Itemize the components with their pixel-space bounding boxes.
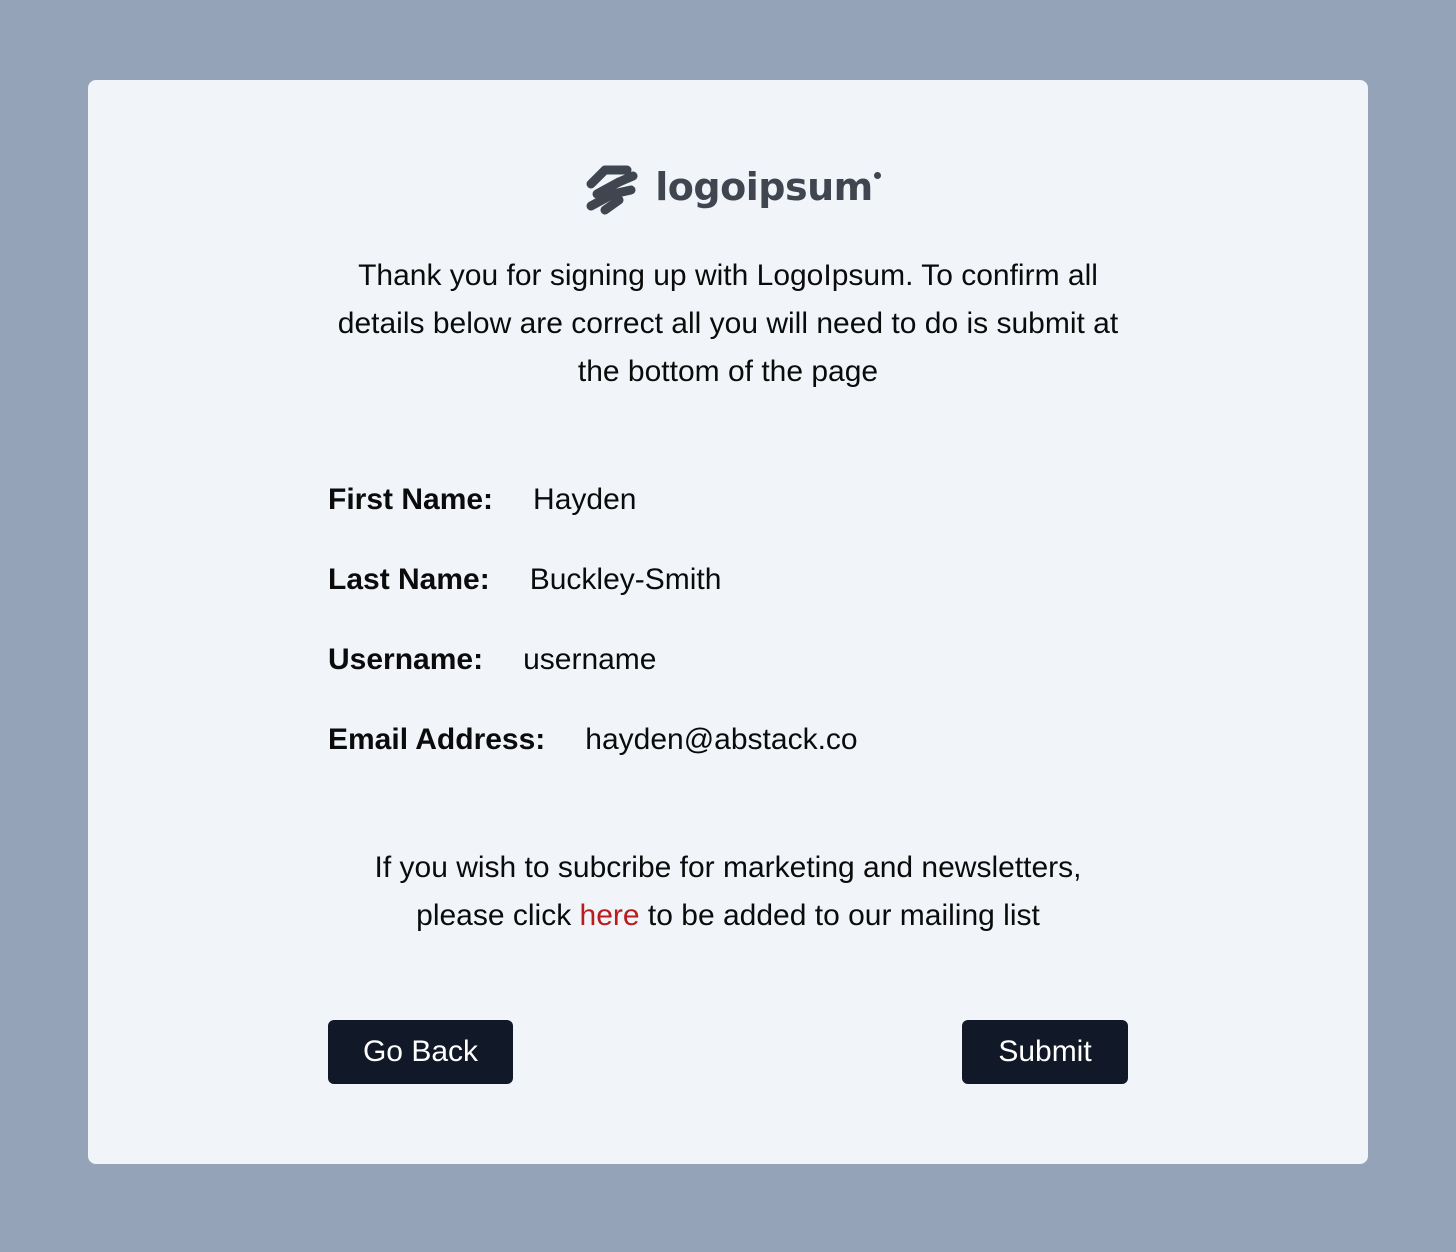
detail-row-email: Email Address: hayden@abstack.co	[328, 720, 1128, 800]
detail-row-first-name: First Name: Hayden	[328, 480, 1128, 560]
first-name-value: Hayden	[533, 483, 637, 516]
details-list: First Name: Hayden Last Name: Buckley-Sm…	[328, 480, 1128, 800]
marketing-text: If you wish to subcribe for marketing an…	[328, 844, 1128, 940]
email-label: Email Address:	[328, 723, 546, 756]
logo-wordmark: logoipsum	[655, 168, 881, 206]
intro-text: Thank you for signing up with LogoIpsum.…	[337, 259, 1119, 388]
logo: logoipsum	[88, 162, 1368, 216]
confirmation-card: logoipsum Thank you for signing up with …	[88, 80, 1368, 1164]
logo-dot	[873, 172, 881, 179]
logo-mark-icon	[586, 165, 638, 215]
last-name-value: Buckley-Smith	[529, 563, 722, 596]
mailing-list-link[interactable]: here	[580, 899, 640, 932]
first-name-label: First Name:	[328, 483, 494, 516]
username-value: username	[523, 643, 657, 676]
submit-button[interactable]: Submit	[962, 1020, 1128, 1084]
detail-row-username: Username: username	[328, 640, 1128, 720]
email-value: hayden@abstack.co	[585, 723, 858, 756]
marketing-text-after: to be added to our mailing list	[639, 899, 1040, 932]
last-name-label: Last Name:	[328, 563, 490, 596]
detail-row-last-name: Last Name: Buckley-Smith	[328, 560, 1128, 640]
username-label: Username:	[328, 643, 484, 676]
go-back-button[interactable]: Go Back	[328, 1020, 513, 1084]
